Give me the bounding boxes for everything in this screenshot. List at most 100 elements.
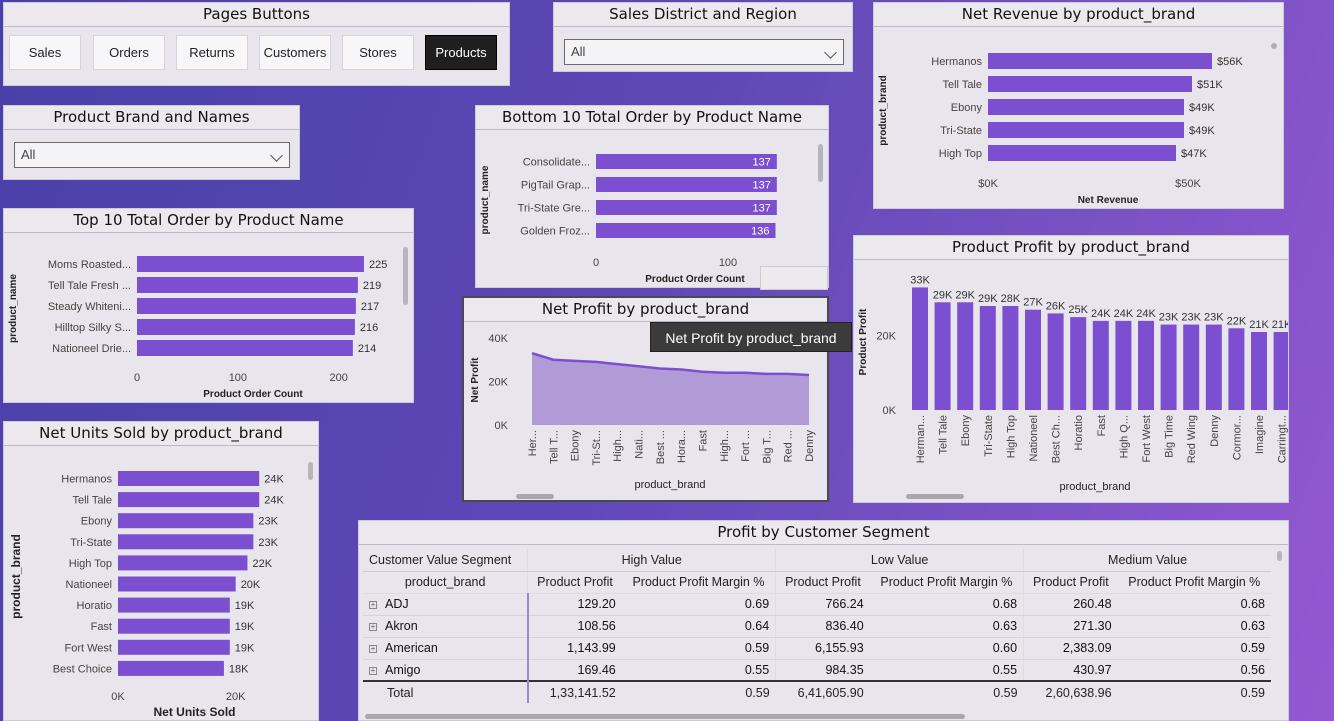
row-brand-cell[interactable]: + Amigo [363, 659, 529, 682]
table-row: + Amigo 169.46 0.55 984.35 0.55 430.97 0.56 [363, 659, 1271, 682]
table-cell: 0.68 [869, 593, 1024, 616]
category-label: Cormor... [1231, 415, 1243, 460]
matrix-col-header[interactable]: Product Profit Margin % [1117, 571, 1271, 594]
category-label: Tell T... [548, 430, 560, 464]
product-profit-scrollbar[interactable] [906, 494, 964, 499]
matrix-title: Profit by Customer Segment [359, 521, 1288, 545]
category-label: Consolidate... [523, 157, 590, 169]
expand-icon[interactable]: + [369, 623, 377, 631]
bar [1205, 324, 1222, 410]
top10-chart: Moms Roasted... 225 Tell Tale Fresh ... 219… [8, 256, 387, 400]
matrix-col-header[interactable]: Product Profit [1023, 571, 1118, 594]
nav-button-orders[interactable]: Orders [93, 35, 165, 70]
matrix-col-header[interactable]: Product Profit [527, 571, 622, 594]
matrix-col-header[interactable]: Product Profit Margin % [621, 571, 776, 594]
tick-label: $0K [978, 178, 998, 190]
bar [1002, 306, 1019, 410]
data-label: 23K [1159, 312, 1179, 324]
scroll-dot[interactable] [1271, 43, 1277, 49]
matrix-col-header[interactable]: Product Profit [775, 571, 870, 594]
bar [979, 306, 996, 410]
tick-label: 0 [593, 257, 599, 269]
brand-dropdown[interactable]: All [14, 142, 290, 168]
data-label: 137 [752, 157, 770, 169]
bottom10-scrollbar[interactable] [818, 144, 823, 182]
bar [596, 154, 777, 169]
nav-button-products[interactable]: Products [425, 35, 497, 70]
district-dropdown[interactable]: All [564, 39, 844, 65]
nav-button-stores[interactable]: Stores [342, 35, 414, 70]
area-fill [532, 353, 809, 425]
data-label: 136 [751, 226, 769, 238]
data-label: 23K [258, 537, 278, 549]
bar [596, 200, 777, 215]
nav-button-returns[interactable]: Returns [176, 35, 248, 70]
net-units-chart: Hermanos 24K Tell Tale 24K Ebony 23K Tri-State… [9, 471, 284, 719]
x-axis-title: Net Revenue [1078, 195, 1139, 206]
profit-matrix-panel: Profit by Customer Segment Customer Valu… [358, 520, 1289, 721]
category-label: Hermanos [61, 474, 112, 486]
visual-header-icons[interactable] [760, 266, 828, 290]
tick-label: 0 [134, 372, 140, 384]
category-label: Tri-State [983, 415, 995, 457]
expand-icon[interactable]: + [369, 666, 377, 675]
expand-icon[interactable]: + [369, 645, 377, 653]
data-label: 216 [360, 322, 378, 334]
matrix-scrollbar-h[interactable] [365, 714, 965, 719]
matrix-group-low: Low Value [775, 549, 1024, 572]
category-label: Best Ch... [1051, 415, 1063, 463]
data-label: 23K [1181, 312, 1201, 324]
data-label: 23K [258, 516, 278, 528]
brand-slicer-title: Product Brand and Names [4, 106, 299, 130]
brand-dropdown-value: All [21, 147, 36, 162]
data-label: 217 [361, 301, 379, 313]
net-revenue-chart: Hermanos $56K Tell Tale $51K Ebony $49K Tri-St… [878, 53, 1243, 206]
x-axis-title: Net Units Sold [153, 705, 235, 719]
data-label: 24K [1136, 308, 1156, 320]
matrix-row-header: product_brand [363, 571, 528, 594]
expand-icon[interactable]: + [369, 601, 377, 609]
category-label: Nationeel Drie... [52, 343, 131, 355]
bar [1047, 313, 1064, 410]
category-label: Fort ... [740, 430, 752, 462]
top10-scrollbar[interactable] [403, 247, 408, 305]
data-label: 29K [978, 293, 998, 305]
y-axis-title: product_brand [9, 534, 23, 619]
bar [596, 177, 777, 192]
bar [1273, 332, 1288, 410]
category-label: Imagine [1254, 415, 1266, 454]
row-brand-cell[interactable]: + Akron [363, 615, 529, 638]
table-cell: 430.97 [1023, 659, 1118, 682]
bar [118, 576, 236, 592]
matrix-scrollbar-v[interactable] [1277, 551, 1282, 561]
tick-label: 0K [883, 405, 897, 417]
matrix-col-header[interactable]: Product Profit Margin % [869, 571, 1024, 594]
category-label: Nationeel [66, 579, 112, 591]
nav-button-sales[interactable]: Sales [9, 35, 81, 70]
row-brand-label: Akron [385, 619, 418, 633]
category-label: Hermanos [931, 56, 982, 68]
table-cell: 836.40 [775, 615, 870, 638]
tick-label: 20K [876, 331, 896, 343]
data-label: 19K [235, 642, 255, 654]
category-label: Fast [1096, 415, 1108, 436]
row-brand-cell[interactable]: + American [363, 637, 529, 660]
product-profit-chart: 0K 20K 33K Herman... 29K Tell Tale 29K Ebony 29K… [858, 274, 1288, 493]
total-label: Total [363, 680, 529, 703]
tick-label: 100 [229, 372, 247, 384]
category-label: Fort West [1141, 415, 1153, 462]
nav-button-customers[interactable]: Customers [259, 35, 331, 70]
total-cell: 1,33,141.52 [527, 680, 622, 703]
net-profit-scrollbar[interactable] [516, 494, 554, 499]
bar [118, 513, 254, 529]
total-cell: 0.59 [869, 680, 1024, 703]
category-label: Tri-St... [591, 430, 603, 466]
table-cell: 0.69 [621, 593, 776, 616]
chevron-down-icon [270, 149, 283, 162]
category-label: Ebony [570, 430, 582, 462]
data-label: 22K [1227, 315, 1247, 327]
row-brand-cell[interactable]: + ADJ [363, 593, 529, 616]
category-label: Steady Whiteni... [48, 301, 131, 313]
net-units-scrollbar[interactable] [308, 462, 313, 480]
bar [118, 618, 230, 634]
